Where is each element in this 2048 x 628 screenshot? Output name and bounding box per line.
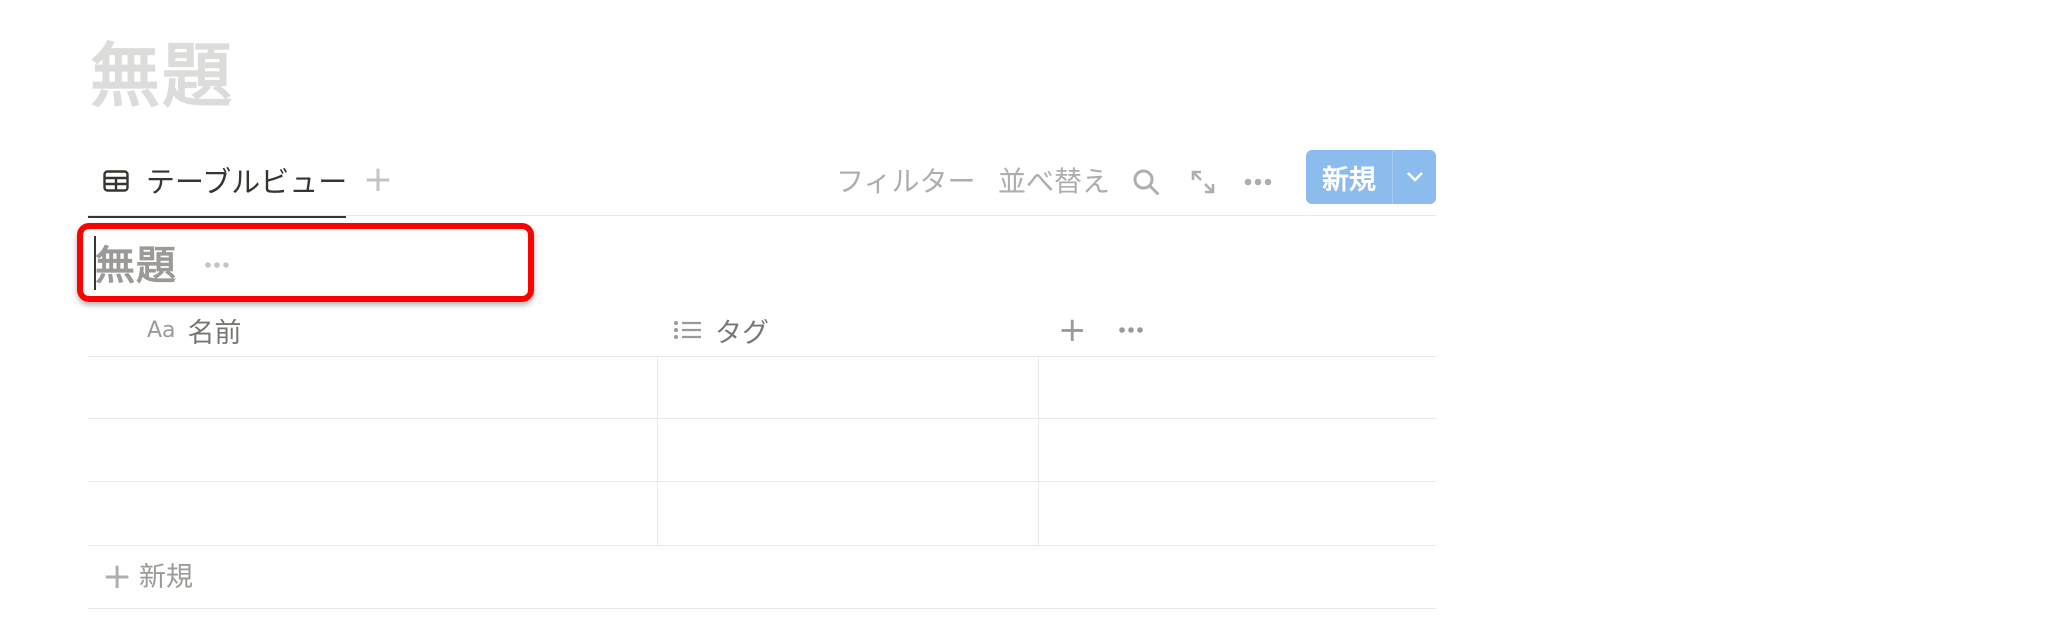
page-title[interactable]: 無題 [90, 28, 234, 124]
column-divider [1038, 357, 1039, 546]
table-icon [103, 170, 129, 192]
name-cell[interactable] [88, 484, 657, 546]
name-cell[interactable] [88, 357, 657, 419]
row-divider [88, 481, 1436, 482]
header-more-icon[interactable] [1118, 305, 1144, 355]
search-icon[interactable] [1126, 162, 1166, 202]
toolbar-divider [88, 215, 1436, 216]
table-bottom-divider [88, 608, 1436, 609]
add-row-label: 新規 [139, 562, 193, 593]
expand-icon[interactable] [1183, 162, 1223, 202]
add-row-button[interactable]: + 新規 [88, 547, 1436, 609]
chevron-down-icon [1405, 168, 1425, 187]
tags-cell[interactable] [658, 420, 1039, 482]
add-view-button[interactable]: + [356, 158, 400, 202]
tags-cell[interactable] [658, 357, 1039, 419]
text-type-icon: Aa [147, 317, 176, 343]
column-header-label: 名前 [187, 317, 242, 349]
highlight-box [77, 223, 534, 302]
view-toolbar: テーブルビュー + フィルター 並べ替え 新規 [88, 150, 1436, 218]
add-property-button[interactable]: + [1058, 305, 1087, 355]
name-cell[interactable] [88, 420, 657, 482]
column-header-tags[interactable]: タグ [673, 305, 769, 355]
tags-cell[interactable] [658, 484, 1039, 546]
column-header-label: タグ [715, 317, 769, 349]
row-divider [88, 545, 1436, 546]
column-header-name[interactable]: Aa 名前 [147, 305, 242, 355]
more-options-icon[interactable] [1238, 162, 1278, 202]
filter-button[interactable]: フィルター [836, 162, 975, 202]
column-divider [657, 357, 658, 546]
row-divider [88, 418, 1436, 419]
table-row[interactable] [88, 484, 1436, 546]
sort-button[interactable]: 並べ替え [998, 162, 1110, 202]
tab-label: テーブルビュー [146, 165, 348, 199]
table-row[interactable] [88, 357, 1436, 419]
tab-table-view[interactable]: テーブルビュー [88, 150, 348, 218]
plus-icon: + [102, 556, 133, 597]
list-icon [673, 319, 703, 341]
new-button-dropdown[interactable] [1393, 150, 1436, 204]
new-button[interactable]: 新規 [1306, 150, 1392, 204]
table-row[interactable] [88, 420, 1436, 482]
new-button-group: 新規 [1306, 150, 1436, 204]
